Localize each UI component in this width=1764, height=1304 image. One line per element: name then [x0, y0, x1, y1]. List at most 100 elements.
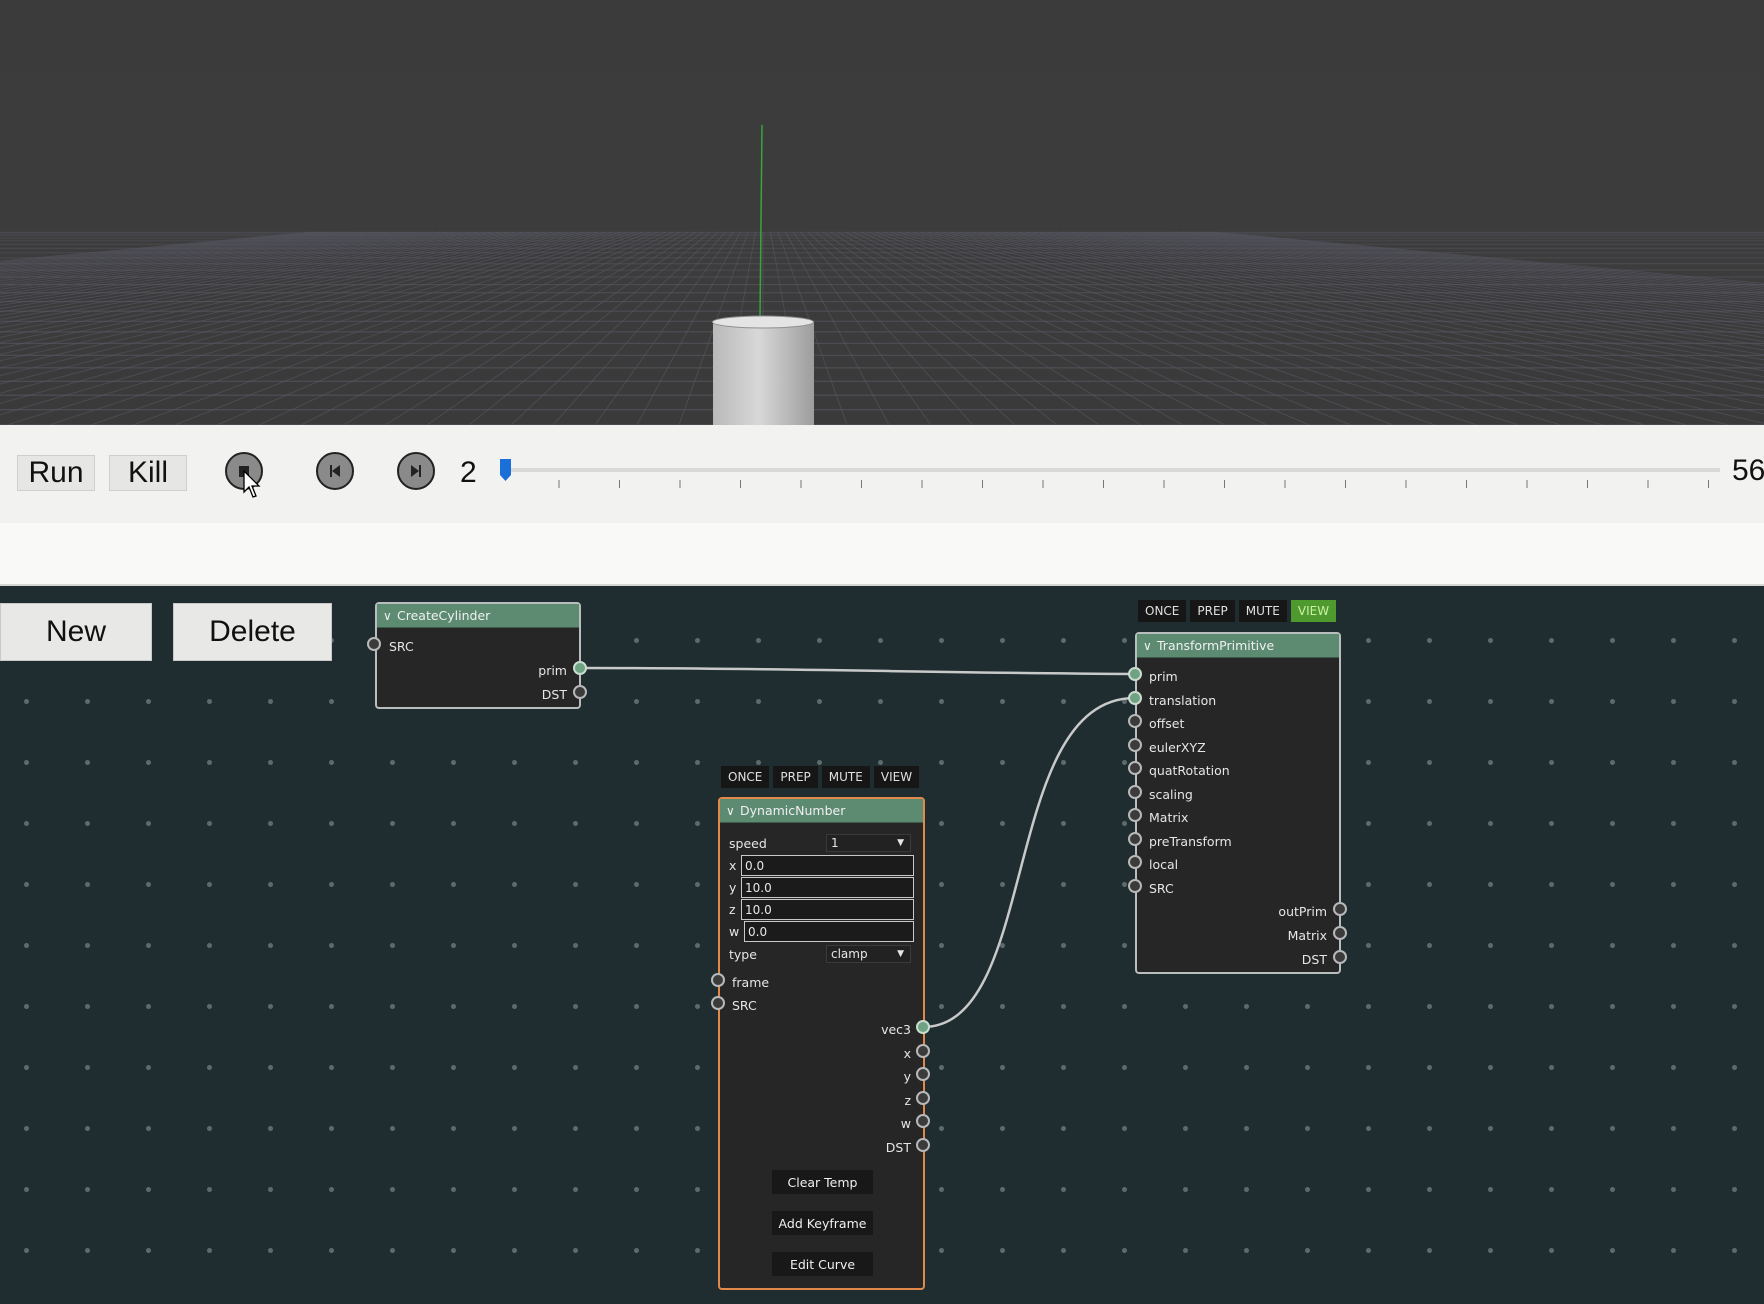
dynamic-y-port[interactable] — [916, 1067, 930, 1081]
add-keyframe-button[interactable]: Add Keyframe — [772, 1211, 873, 1235]
create-cylinder-prim-port[interactable] — [573, 661, 587, 675]
step-forward-button[interactable] — [397, 452, 435, 490]
node-header[interactable]: ∨ DynamicNumber — [720, 799, 923, 823]
transform-dst-port[interactable] — [1333, 950, 1347, 964]
dynamic-x-port[interactable] — [916, 1044, 930, 1058]
flag-once[interactable]: ONCE — [1138, 600, 1187, 622]
transform-primitive-node[interactable]: ∨ TransformPrimitive prim translation of… — [1135, 632, 1341, 974]
edit-curve-button[interactable]: Edit Curve — [772, 1252, 873, 1276]
port-label-z: z — [904, 1093, 911, 1108]
kill-button[interactable]: Kill — [109, 455, 187, 491]
port-label-quatrotation: quatRotation — [1149, 763, 1230, 778]
step-back-button[interactable] — [316, 452, 354, 490]
port-label-frame: frame — [732, 975, 770, 990]
type-value: clamp — [831, 947, 868, 961]
transform-src-port[interactable] — [1128, 879, 1142, 893]
port-label-matrix: Matrix — [1149, 810, 1189, 825]
port-label-y: y — [903, 1069, 911, 1084]
transform-matrix-port[interactable] — [1128, 808, 1142, 822]
timeline-slider[interactable] — [495, 458, 1725, 498]
port-label-src: SRC — [732, 998, 757, 1013]
z-field[interactable] — [741, 899, 914, 920]
node-header[interactable]: ∨ TransformPrimitive — [1137, 634, 1339, 658]
collapse-chevron-icon[interactable]: ∨ — [383, 609, 397, 623]
transform-matrix-out-port[interactable] — [1333, 926, 1347, 940]
node-title: TransformPrimitive — [1157, 638, 1275, 653]
toolbar-blank-strip — [0, 523, 1764, 586]
speed-value: 1 — [831, 836, 839, 850]
transform-translation-port[interactable] — [1128, 691, 1142, 705]
dynamic-w-port[interactable] — [916, 1114, 930, 1128]
node-title: DynamicNumber — [740, 803, 846, 818]
flag-mute[interactable]: MUTE — [821, 766, 870, 788]
create-cylinder-node[interactable]: ∨ CreateCylinder SRC prim DST — [375, 602, 581, 709]
port-label-dst: DST — [541, 687, 567, 702]
speed-select[interactable]: 1 ▼ — [826, 834, 911, 852]
node-header[interactable]: ∨ CreateCylinder — [377, 604, 579, 628]
w-field[interactable] — [744, 921, 914, 942]
ground-grid — [0, 231, 1764, 425]
dynamic-dst-port[interactable] — [916, 1138, 930, 1152]
param-label-type: type — [729, 947, 757, 962]
port-label-pretransform: preTransform — [1149, 834, 1232, 849]
port-label-dst: DST — [885, 1140, 911, 1155]
port-label-src: SRC — [389, 639, 414, 654]
flag-view[interactable]: VIEW — [873, 766, 920, 788]
param-label-z: z — [729, 902, 736, 917]
3d-viewport[interactable] — [0, 0, 1764, 425]
port-label-prim: prim — [538, 663, 567, 678]
transform-offset-port[interactable] — [1128, 714, 1142, 728]
flag-once[interactable]: ONCE — [721, 766, 770, 788]
current-frame-label: 2 — [460, 456, 477, 489]
port-label-eulerxyz: eulerXYZ — [1149, 740, 1206, 755]
transform-local-port[interactable] — [1128, 855, 1142, 869]
dynamic-number-flags: ONCE PREP MUTE VIEW — [721, 766, 920, 788]
dynamic-vec3-port[interactable] — [916, 1020, 930, 1034]
transform-eulerxyz-port[interactable] — [1128, 738, 1142, 752]
new-node-button[interactable]: New — [0, 603, 152, 661]
flag-mute[interactable]: MUTE — [1238, 600, 1287, 622]
run-button[interactable]: Run — [17, 455, 95, 491]
flag-prep[interactable]: PREP — [773, 766, 818, 788]
transform-outprim-port[interactable] — [1333, 902, 1347, 916]
dynamic-number-node[interactable]: ∨ DynamicNumber speed 1 ▼ x y z w type c… — [718, 797, 925, 1290]
transform-prim-port[interactable] — [1128, 667, 1142, 681]
flag-view[interactable]: VIEW — [1290, 600, 1337, 622]
transform-quatrotation-port[interactable] — [1128, 761, 1142, 775]
port-label-src: SRC — [1149, 881, 1174, 896]
delete-node-button[interactable]: Delete — [173, 603, 332, 661]
chevron-down-icon: ▼ — [897, 838, 904, 848]
port-label-local: local — [1149, 857, 1179, 872]
port-label-dst: DST — [1301, 952, 1327, 967]
param-label-speed: speed — [729, 836, 767, 851]
step-forward-icon — [411, 465, 421, 477]
port-label-w: w — [900, 1116, 911, 1131]
transform-scaling-port[interactable] — [1128, 785, 1142, 799]
collapse-chevron-icon[interactable]: ∨ — [1143, 639, 1157, 653]
flag-prep[interactable]: PREP — [1190, 600, 1235, 622]
step-back-icon — [330, 465, 340, 477]
transform-pretransform-port[interactable] — [1128, 832, 1142, 846]
transform-primitive-flags: ONCE PREP MUTE VIEW — [1138, 600, 1337, 622]
timeline-ticks — [558, 480, 1709, 488]
dynamic-frame-port[interactable] — [711, 973, 725, 987]
x-field[interactable] — [741, 855, 914, 876]
end-frame-label: 56 — [1732, 454, 1764, 487]
chevron-down-icon: ▼ — [897, 949, 904, 959]
mouse-cursor-icon — [243, 470, 261, 498]
create-cylinder-src-port[interactable] — [367, 637, 381, 651]
port-label-outprim: outPrim — [1278, 904, 1327, 919]
port-label-translation: translation — [1149, 693, 1217, 708]
param-label-y: y — [729, 880, 737, 895]
create-cylinder-dst-port[interactable] — [573, 685, 587, 699]
dynamic-src-port[interactable] — [711, 996, 725, 1010]
clear-temp-button[interactable]: Clear Temp — [772, 1170, 873, 1194]
cylinder-primitive — [712, 315, 814, 425]
node-title: CreateCylinder — [397, 608, 491, 623]
collapse-chevron-icon[interactable]: ∨ — [726, 804, 740, 818]
port-label-prim: prim — [1149, 669, 1178, 684]
param-label-x: x — [729, 858, 737, 873]
dynamic-z-port[interactable] — [916, 1091, 930, 1105]
y-field[interactable] — [741, 877, 914, 898]
type-select[interactable]: clamp ▼ — [826, 945, 911, 963]
